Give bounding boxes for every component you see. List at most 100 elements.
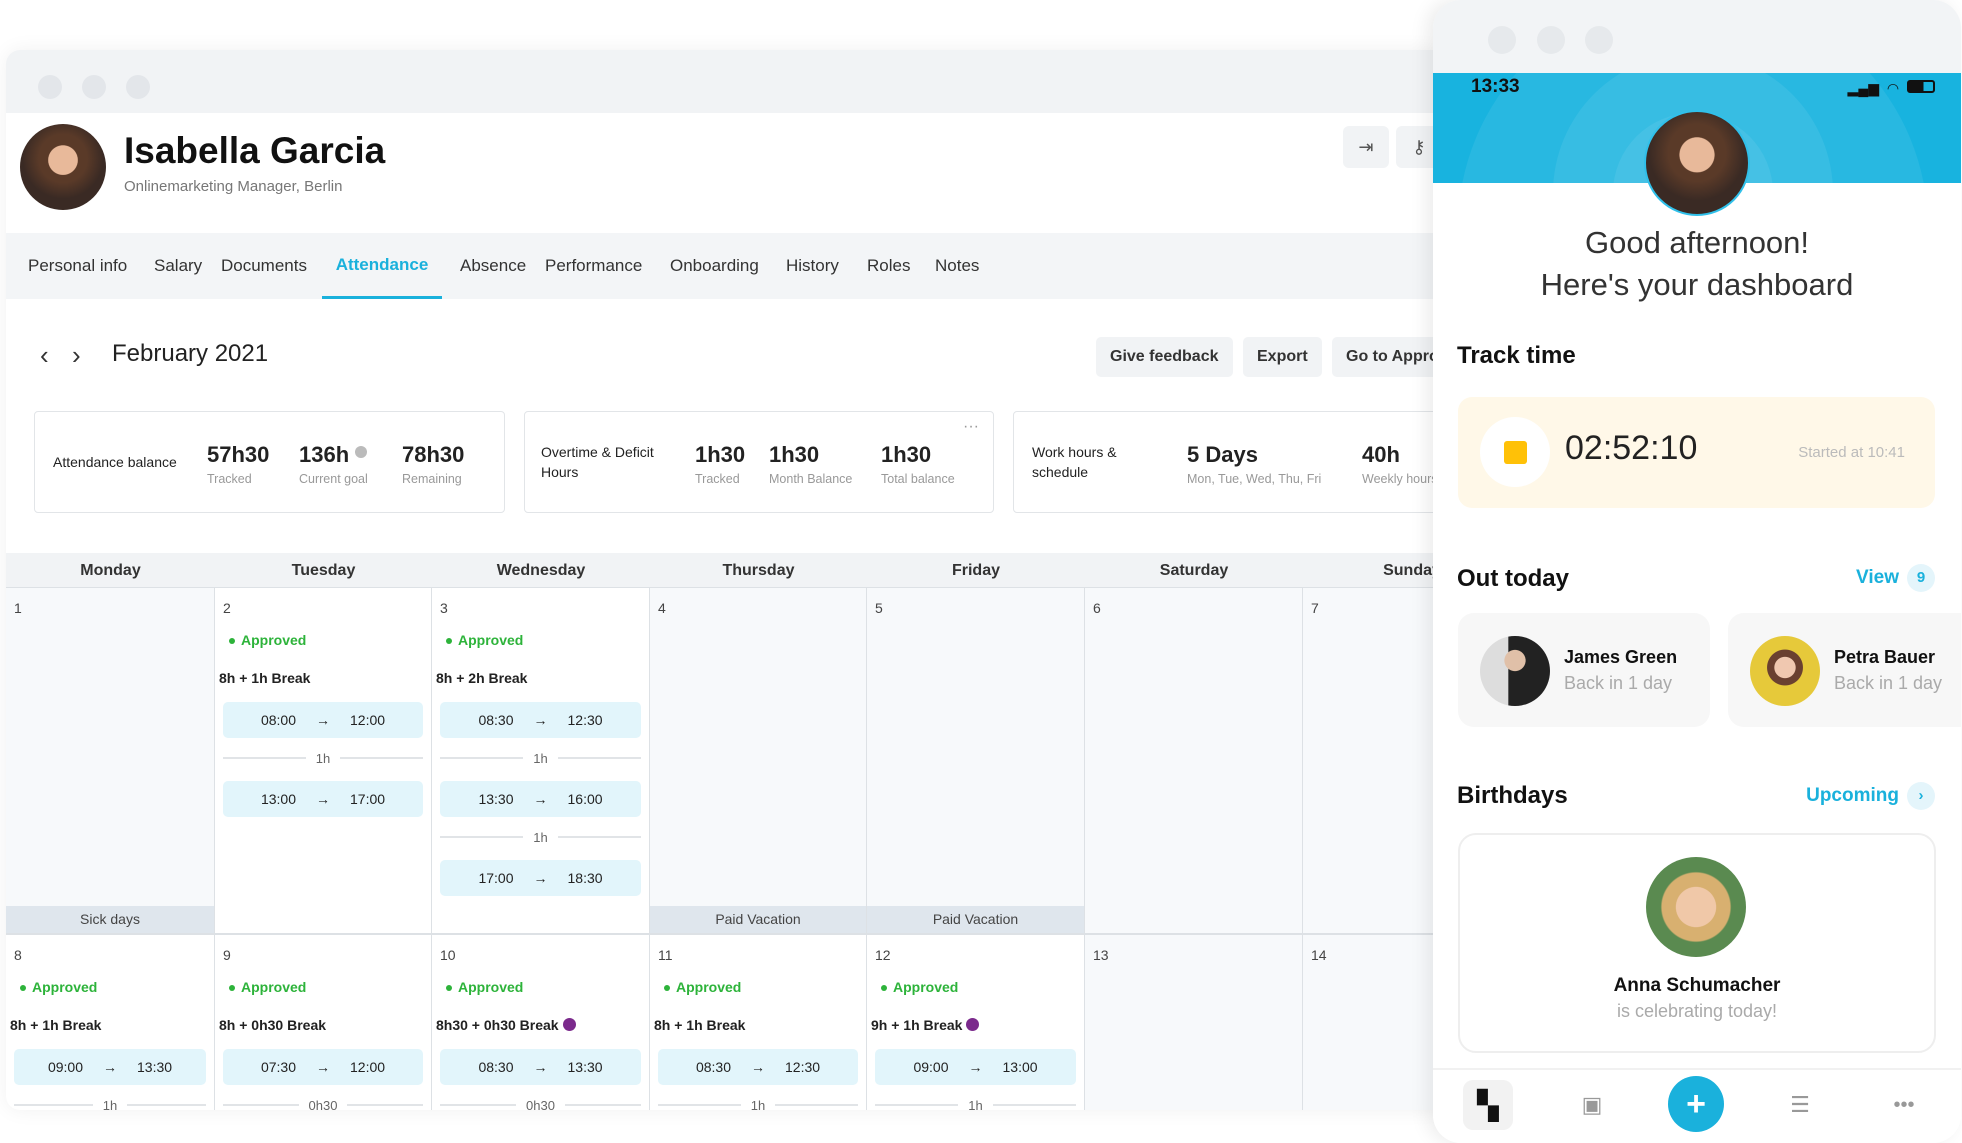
tab-personal-info[interactable]: Personal info	[16, 233, 139, 299]
break-duration: 0h30	[308, 1097, 338, 1111]
chevron-left-icon[interactable]: ‹	[40, 340, 49, 371]
summary-text: 8h + 2h Break	[436, 670, 528, 686]
divider-line	[223, 1104, 299, 1106]
time-segment[interactable]: 13:30 → 16:00	[440, 781, 641, 817]
people-list-icon[interactable]: ☰	[1775, 1080, 1825, 1130]
view-out-today-link[interactable]: View 9	[1856, 564, 1935, 592]
desktop-window: Isabella Garcia Onlinemarketing Manager,…	[6, 50, 1446, 1110]
calendar-day-cell[interactable]: 8 Approved 8h + 1h Break 09:00 → 13:30 1h	[6, 935, 215, 1110]
window-dot[interactable]	[82, 75, 106, 99]
window-dot	[1488, 26, 1516, 54]
upcoming-link[interactable]: Upcoming ›	[1806, 782, 1935, 810]
summary-text: 8h + 0h30 Break	[219, 1017, 327, 1033]
arrow-icon: →	[968, 1059, 983, 1075]
calendar-day-cell[interactable]: 11 Approved 8h + 1h Break 08:30 → 12:30 1h	[650, 935, 867, 1110]
tab-history[interactable]: History	[774, 233, 851, 299]
time-segment[interactable]: 09:00 → 13:00	[875, 1049, 1076, 1085]
summary-text: 8h30 + 0h30 Break	[436, 1017, 559, 1033]
stat-goal: 136h Current goal	[299, 442, 368, 486]
break-divider: 0h30	[223, 1094, 424, 1111]
divider-line	[223, 757, 306, 759]
calendar-day-cell[interactable]: 7	[1303, 588, 1446, 935]
hours-summary: 8h30 + 0h30 Break	[436, 1017, 641, 1037]
weekday-tuesday: Tuesday	[291, 562, 356, 579]
calendar-header: Monday Tuesday Wednesday Thursday Friday Satu…	[6, 553, 1446, 588]
break-divider: 1h	[223, 747, 423, 769]
time-segment[interactable]: 17:00 → 18:30	[440, 860, 641, 896]
divider-line	[875, 1104, 959, 1106]
tab-documents[interactable]: Documents	[209, 233, 319, 299]
calendar-day-cell[interactable]: 12 Approved 9h + 1h Break 09:00 → 13:00 1h	[867, 935, 1085, 1110]
info-icon[interactable]	[355, 446, 368, 458]
segment-end: 13:30	[137, 1059, 173, 1075]
time-segment[interactable]: 13:00 → 17:00	[223, 781, 423, 817]
time-segment[interactable]: 08:30 → 13:30	[440, 1049, 641, 1085]
tab-roles[interactable]: Roles	[855, 233, 922, 299]
time-segment[interactable]: 09:00 → 13:30	[14, 1049, 206, 1085]
segment-start: 08:30	[478, 1059, 514, 1075]
calendar-day-cell[interactable]: 10 Approved 8h30 + 0h30 Break 08:30 → 13:30 0h…	[432, 935, 650, 1110]
calendar-day-cell[interactable]: 13	[1085, 935, 1303, 1110]
track-time-title: Track time	[1457, 342, 1576, 369]
out-person-card[interactable]: Petra Bauer Back in 1 day	[1728, 613, 1961, 727]
segment-end: 12:30	[785, 1059, 821, 1075]
calendar-day-cell[interactable]: 2 Approved 8h + 1h Break 08:00 → 12:00 1h 13:00…	[215, 588, 432, 935]
dashboard-icon[interactable]: ▚	[1463, 1080, 1513, 1130]
day-number: 12	[875, 947, 891, 963]
status-text: Approved	[893, 979, 959, 995]
login-icon[interactable]: ⇥	[1343, 126, 1389, 168]
window-titlebar	[6, 50, 1446, 113]
window-dot[interactable]	[126, 75, 150, 99]
stop-button[interactable]	[1480, 417, 1550, 487]
tab-performance[interactable]: Performance	[533, 233, 654, 299]
weekday-wednesday: Wednesday	[496, 562, 586, 579]
go-to-approvals-button[interactable]: Go to Appro	[1332, 337, 1446, 377]
segment-start: 08:00	[260, 712, 296, 728]
more-icon[interactable]: ···	[963, 418, 979, 436]
timer-card: 02:52:10 Started at 10:41	[1458, 397, 1935, 508]
tab-onboarding[interactable]: Onboarding	[658, 233, 771, 299]
tab-salary[interactable]: Salary	[142, 233, 214, 299]
calendar-icon[interactable]: ▣	[1567, 1080, 1617, 1130]
break-divider: 0h30	[440, 1094, 642, 1110]
add-icon[interactable]: +	[1668, 1076, 1724, 1132]
calendar-day-cell[interactable]: 9 Approved 8h + 0h30 Break 07:30 → 12:00 0h30	[215, 935, 432, 1110]
count-badge: 9	[1907, 564, 1935, 592]
time-segment[interactable]: 08:30 → 12:30	[440, 702, 641, 738]
calendar-day-cell[interactable]: 1 Sick days	[6, 588, 215, 935]
tab-notes[interactable]: Notes	[923, 233, 991, 299]
out-person-card[interactable]: James Green Back in 1 day	[1458, 613, 1710, 727]
arrow-icon: →	[533, 1059, 548, 1075]
day-number: 14	[1311, 947, 1327, 963]
status-text: Approved	[458, 632, 524, 648]
give-feedback-button[interactable]: Give feedback	[1096, 337, 1233, 377]
divider-line	[340, 757, 423, 759]
calendar-day-cell[interactable]: 5 Paid Vacation	[867, 588, 1085, 935]
stat-month-balance: 1h30 Month Balance	[769, 442, 853, 486]
calendar-day-cell[interactable]: 4 Paid Vacation	[650, 588, 867, 935]
phone-mockup: 13:33 ▂▄▆ ◠ Good afternoon! Here's your d…	[1433, 0, 1961, 1143]
segment-start: 13:30	[478, 791, 514, 807]
calendar-day-cell[interactable]: 3 Approved 8h + 2h Break 08:30 → 12:30 1h 13:30…	[432, 588, 650, 935]
time-segment[interactable]: 08:30 → 12:30	[658, 1049, 858, 1085]
window-dot[interactable]	[38, 75, 62, 99]
absence-label: Paid Vacation	[650, 906, 866, 933]
chevron-right-icon[interactable]: ›	[72, 340, 81, 371]
more-icon[interactable]: •••	[1879, 1080, 1929, 1130]
tab-absence[interactable]: Absence	[448, 233, 538, 299]
calendar-day-cell[interactable]: 6	[1085, 588, 1303, 935]
segment-end: 16:00	[567, 791, 603, 807]
calendar-day-cell[interactable]: 14	[1303, 935, 1446, 1110]
time-segment[interactable]: 07:30 → 12:00	[223, 1049, 423, 1085]
divider-line	[992, 1104, 1076, 1106]
export-button[interactable]: Export	[1243, 337, 1322, 377]
time-segment[interactable]: 08:00 → 12:00	[223, 702, 423, 738]
tab-attendance[interactable]: Attendance	[322, 233, 442, 299]
user-avatar[interactable]	[1644, 110, 1750, 216]
break-divider: 1h	[440, 826, 641, 848]
arrow-icon: →	[751, 1059, 765, 1075]
day-content: Approved 8h + 1h Break 09:00 → 13:30 1h	[10, 979, 206, 1110]
divider-line	[557, 757, 641, 759]
bottom-nav: ▚ ▣ + ☰ •••	[1433, 1068, 1961, 1143]
segment-end: 13:30	[567, 1059, 603, 1075]
